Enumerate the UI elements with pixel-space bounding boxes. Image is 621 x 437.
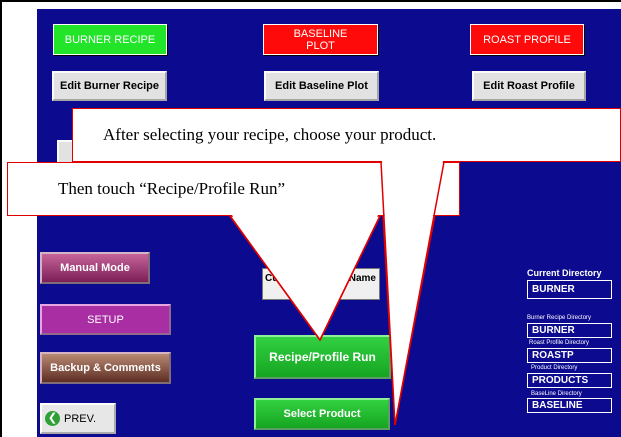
top-tail-fill: [382, 161, 443, 421]
callout-tail-overlay: [229, 161, 445, 426]
